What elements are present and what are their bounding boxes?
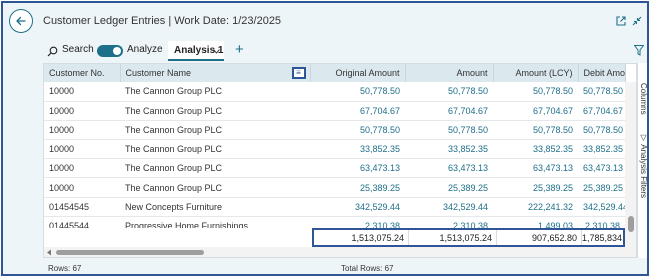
cell-customer-name: The Cannon Group PLC [120,101,310,121]
cell-debit-amount[interactable]: 67,704.67 [578,101,625,121]
cell-original-amount[interactable]: 342,529.44 [310,197,405,217]
table-row[interactable]: 10000 The Cannon Group PLC 33,852.35 33,852… [44,139,625,160]
app-frame: Customer Ledger Entries | Work Date: 1/2… [1,1,649,276]
cell-original-amount[interactable]: 50,778.50 [310,82,405,102]
cell-customer-name: The Cannon Group PLC [120,120,310,141]
cell-customer-no: 10000 [44,82,120,102]
cell-amount[interactable]: 50,778.50 [405,120,493,141]
analysis-filters-label: Analysis Filters [639,144,648,199]
totals-box: 1,513,075.24 1,513,075.24 907,652.80 1,7… [312,228,625,247]
ledger-table: Customer No. Customer Name ≡ Original Am… [44,64,626,237]
table-row[interactable]: 10000 The Cannon Group PLC 25,389.25 25,389… [44,177,625,198]
cell-debit-amount[interactable]: 63,473.13 [578,158,625,179]
cell-customer-no: 10000 [44,120,120,141]
cell-customer-no: 01454545 [44,197,120,217]
column-menu-icon[interactable]: ≡ [291,67,306,79]
add-analysis-button[interactable]: + [235,42,244,57]
cell-customer-no: 10000 [44,101,120,121]
cell-customer-name: The Cannon Group PLC [120,139,310,160]
cell-debit-amount[interactable]: 50,778.50 [578,120,625,141]
column-header-amount-lcy[interactable]: Amount (LCY) [493,64,579,82]
total-debit-amount: 1,785,834.82 [582,233,623,243]
search-icon[interactable] [47,46,58,57]
cell-customer-no: 10000 [44,158,120,179]
cell-customer-name: The Cannon Group PLC [120,158,310,179]
cell-original-amount[interactable]: 25,389.25 [310,177,405,198]
total-original-amount: 1,513,075.24 [314,230,409,245]
cell-amount-lcy[interactable]: 63,473.13 [493,158,578,179]
cell-debit-amount[interactable]: 342,529.44 [578,197,625,217]
cell-amount-lcy[interactable]: 33,852.35 [493,139,578,160]
column-header-customer-no[interactable]: Customer No. [44,64,121,82]
table-row[interactable]: 10000 The Cannon Group PLC 50,778.50 50,778… [44,120,625,141]
cell-debit-amount[interactable]: 50,778.50 [578,82,625,102]
filter-icon[interactable] [634,45,644,56]
title-bar: Customer Ledger Entries | Work Date: 1/2… [3,3,647,39]
cell-original-amount[interactable]: 33,852.35 [310,139,405,160]
tab-analysis-1[interactable]: Analysis 1 [168,41,224,61]
total-amount: 1,513,075.24 [409,230,497,245]
cell-customer-name: The Cannon Group PLC [120,177,310,198]
header-row: Customer No. Customer Name ≡ Original Am… [44,64,626,82]
filter-icon: ▽ [639,133,648,145]
cell-amount-lcy[interactable]: 222,241.32 [493,197,578,217]
cell-amount[interactable]: 33,852.35 [405,139,493,160]
cell-customer-no: 10000 [44,177,120,198]
cell-amount-lcy[interactable]: 25,389.25 [493,177,578,198]
scroll-left-icon[interactable] [46,249,52,256]
column-header-original-amount[interactable]: Original Amount [310,64,406,82]
columns-tab[interactable]: Columns [636,83,647,115]
analysis-filters-tab[interactable]: ▽ Analysis Filters [636,133,648,199]
column-header-debit-amount[interactable]: Debit Amount [578,64,626,82]
cell-original-amount[interactable]: 50,778.50 [310,120,405,141]
cell-amount[interactable]: 63,473.13 [405,158,493,179]
horizontal-scrollbar[interactable] [44,247,625,257]
total-amount-lcy: 907,652.80 [497,230,582,245]
back-button[interactable] [9,9,33,33]
status-bar: Rows: 67 Total Rows: 67 [3,259,647,274]
open-new-window-icon[interactable] [615,15,627,27]
page-title: Customer Ledger Entries | Work Date: 1/2… [43,15,282,27]
totals-row: 1,513,075.24 1,513,075.24 907,652.80 1,7… [44,228,625,247]
cell-amount[interactable]: 25,389.25 [405,177,493,198]
cell-debit-amount[interactable]: 25,389.25 [578,177,625,198]
table-row[interactable]: 10000 The Cannon Group PLC 50,778.50 50,778… [44,82,625,102]
column-header-label: Customer Name [125,68,192,78]
vertical-scroll-thumb[interactable] [628,216,634,232]
rows-count: Rows: 67 [48,264,82,273]
table-row[interactable]: 01454545 New Concepts Furniture 342,529.44… [44,197,625,217]
cell-original-amount[interactable]: 67,704.67 [310,101,405,121]
cell-amount-lcy[interactable]: 67,704.67 [493,101,578,121]
cell-customer-no: 10000 [44,139,120,160]
horizontal-scroll-thumb[interactable] [56,250,204,255]
cell-amount[interactable]: 67,704.67 [405,101,493,121]
column-header-amount[interactable]: Amount [405,64,494,82]
data-grid: Customer No. Customer Name ≡ Original Am… [43,63,637,258]
column-header-customer-name[interactable]: Customer Name ≡ [120,64,311,82]
table-row[interactable]: 10000 The Cannon Group PLC 67,704.67 67,704… [44,101,625,121]
cell-customer-name: New Concepts Furniture [120,197,310,217]
cell-original-amount[interactable]: 63,473.13 [310,158,405,179]
chevron-down-icon [213,49,220,54]
analyze-toggle[interactable] [97,45,123,57]
search-button[interactable]: Search [62,44,94,55]
back-arrow-icon [16,16,26,26]
toolbar: Search Analyze Analysis 1 + [3,39,647,63]
side-panel: Columns ▽ Analysis Filters [637,63,647,258]
cell-amount[interactable]: 342,529.44 [405,197,493,217]
table-row[interactable]: 10000 The Cannon Group PLC 63,473.13 63,473… [44,158,625,179]
cell-amount-lcy[interactable]: 50,778.50 [493,120,578,141]
total-rows-count: Total Rows: 67 [341,264,394,273]
cell-debit-amount[interactable]: 33,852.35 [578,139,625,160]
analyze-label: Analyze [127,44,163,55]
cell-customer-name: The Cannon Group PLC [120,82,310,102]
cell-amount[interactable]: 50,778.50 [405,82,493,102]
collapse-icon[interactable] [631,15,643,27]
cell-amount-lcy[interactable]: 50,778.50 [493,82,578,102]
